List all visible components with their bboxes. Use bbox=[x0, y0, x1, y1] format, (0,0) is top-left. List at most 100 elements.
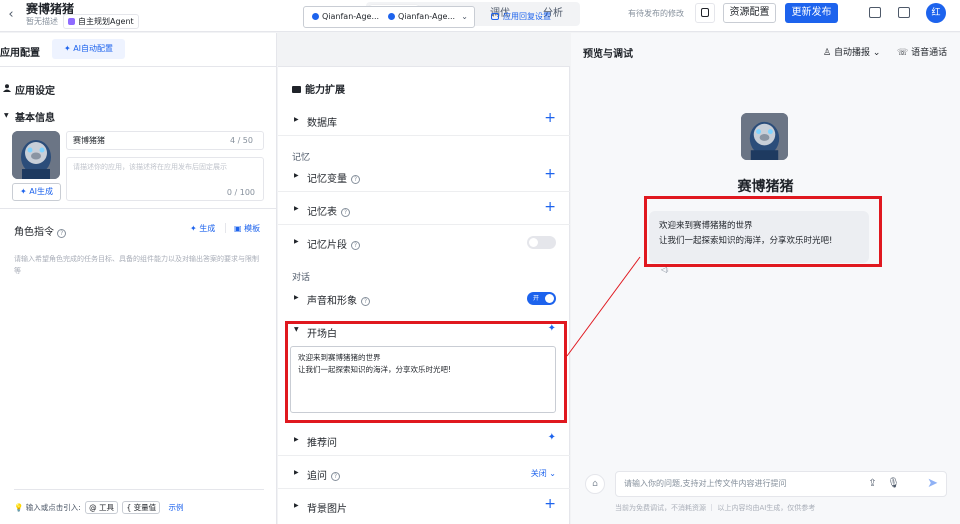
ai-auto-config-button[interactable]: ✦ AI自动配置 bbox=[52, 39, 125, 59]
microphone-icon[interactable]: 🎙 bbox=[887, 477, 900, 490]
desc-char-count: 0 / 100 bbox=[226, 188, 255, 197]
user-avatar[interactable]: 红 bbox=[926, 3, 946, 23]
role-instruction-label: 角色指令 ? bbox=[14, 223, 67, 238]
caret-right-icon: ▶ bbox=[294, 205, 299, 212]
followup-label-wrap: 追问? bbox=[307, 467, 340, 482]
model-icon bbox=[312, 13, 319, 20]
person-icon: ♙ bbox=[823, 48, 832, 58]
insert-tool-chip[interactable]: @ 工具 bbox=[85, 501, 119, 514]
ai-sparkle-icon[interactable]: ✦ bbox=[548, 432, 556, 443]
add-memory-variable-icon[interactable]: + bbox=[544, 166, 556, 182]
help-icon[interactable]: ? bbox=[341, 208, 350, 217]
agent-type-badge: 自主规划Agent bbox=[63, 14, 139, 29]
pending-changes-text: 有待发布的修改 bbox=[628, 9, 684, 18]
memory-fragment-row[interactable]: ▶ 记忆片段? bbox=[278, 226, 570, 258]
caret-right-icon: ▶ bbox=[294, 172, 299, 179]
divider bbox=[0, 208, 277, 209]
send-icon[interactable]: ➤ bbox=[927, 476, 938, 492]
capabilities-title: 能力扩展 bbox=[292, 81, 345, 96]
upload-file-icon[interactable]: ⇪ bbox=[866, 477, 879, 490]
role-template-label: 模板 bbox=[244, 224, 261, 233]
recommend-label: 推荐问 bbox=[307, 438, 337, 449]
followup-state-select[interactable]: 关闭 ⌄ bbox=[531, 468, 556, 479]
chevron-left-icon[interactable]: ‹ bbox=[4, 7, 18, 23]
ai-generate-avatar-button[interactable]: ✦ AI生成 bbox=[12, 183, 61, 201]
opener-highlight-box bbox=[285, 321, 567, 423]
app-settings-title: 应用设定 bbox=[15, 86, 55, 97]
chat-input[interactable]: 请输入你的问题,支持对上传文件内容进行提问 ⇪ 🎙 ➤ bbox=[615, 471, 947, 497]
model-1-label: Qianfan-Age... bbox=[322, 12, 380, 21]
agent-icon bbox=[68, 18, 75, 25]
insert-variable-chip[interactable]: { 变量值 bbox=[122, 501, 161, 514]
bot-avatar bbox=[741, 113, 788, 160]
voice-call-label: 语音通话 bbox=[911, 48, 948, 58]
help-icon[interactable]: ? bbox=[331, 472, 340, 481]
background-image-label: 背景图片 bbox=[307, 504, 347, 515]
followup-label: 追问 bbox=[307, 471, 327, 482]
caret-right-icon: ▶ bbox=[294, 294, 299, 301]
help-icon[interactable]: ? bbox=[351, 175, 360, 184]
person-icon bbox=[3, 84, 11, 92]
app-avatar[interactable] bbox=[12, 131, 60, 179]
voice-label: 声音和形象 bbox=[307, 296, 357, 307]
help-icon[interactable]: ? bbox=[361, 297, 370, 306]
memory-table-row[interactable]: ▶ 记忆表? + bbox=[278, 193, 570, 225]
message-icon[interactable] bbox=[898, 7, 910, 18]
desc-placeholder: 请描述你的应用，该描述将在应用发布后固定展示 bbox=[73, 163, 227, 171]
preview-title: 预览与调试 bbox=[583, 49, 633, 60]
add-memory-table-icon[interactable]: + bbox=[544, 199, 556, 215]
book-icon[interactable] bbox=[869, 7, 881, 18]
copy-icon bbox=[701, 8, 709, 17]
autoplay-dropdown[interactable]: ♙ 自动播报 ⌄ bbox=[823, 45, 880, 58]
database-row[interactable]: ▶ 数据库 + bbox=[278, 104, 570, 136]
autoplay-label: 自动播报 bbox=[833, 48, 870, 58]
memory-fragment-label-wrap: 记忆片段? bbox=[307, 236, 360, 251]
voice-toggle[interactable]: 开 bbox=[527, 292, 556, 305]
app-name-input[interactable]: 赛博猪猪 4 / 50 bbox=[66, 131, 264, 150]
app-description-input[interactable]: 请描述你的应用，该描述将在应用发布后固定展示 0 / 100 bbox=[66, 157, 264, 201]
name-char-count: 4 / 50 bbox=[229, 136, 253, 145]
divider bbox=[14, 489, 264, 490]
voice-label-wrap: 声音和形象? bbox=[307, 292, 370, 307]
insert-hint: 💡 输入或点击引入: @ 工具 { 变量值 示例 bbox=[14, 501, 183, 514]
memory-variable-row[interactable]: ▶ 记忆变量? + bbox=[278, 160, 570, 192]
role-generate-button[interactable]: ✦ 生成 bbox=[190, 223, 215, 234]
memory-variable-label-wrap: 记忆变量? bbox=[307, 170, 360, 185]
example-link[interactable]: 示例 bbox=[168, 503, 183, 512]
caret-down-icon[interactable]: ▼ bbox=[4, 112, 9, 119]
voice-call-button[interactable]: ☏ 语音通话 bbox=[897, 45, 947, 58]
role-label-text: 角色指令 bbox=[14, 227, 54, 238]
bot-name: 赛博猪猪 bbox=[737, 179, 794, 195]
add-database-icon[interactable]: + bbox=[544, 110, 556, 126]
reply-settings-icon bbox=[491, 13, 499, 20]
role-template-button[interactable]: ▣ 模板 bbox=[234, 223, 260, 234]
model-2: Qianfan-Age... bbox=[388, 7, 455, 27]
role-generate-label: 生成 bbox=[199, 224, 216, 233]
model-selector[interactable]: Qianfan-Age... Qianfan-Age... ⌄ bbox=[303, 6, 475, 28]
app-settings-panel: 应用配置 ✦ AI自动配置 应用设定 ▼ 基本信息 ✦ AI生成 赛博猪猪 4 … bbox=[0, 33, 277, 524]
memory-fragment-toggle[interactable] bbox=[527, 236, 556, 249]
reply-settings-button[interactable]: 应用回复设置 bbox=[491, 11, 551, 22]
robot-pig-image bbox=[741, 113, 788, 160]
voice-avatar-row[interactable]: ▶ 声音和形象? 开 bbox=[278, 282, 570, 314]
app-name-value: 赛博猪猪 bbox=[73, 136, 105, 145]
caret-right-icon: ▶ bbox=[294, 436, 299, 443]
clear-chat-icon[interactable]: ⌂ bbox=[585, 474, 605, 494]
followup-row[interactable]: ▶ 追问? 关闭 ⌄ bbox=[278, 457, 570, 489]
add-background-icon[interactable]: + bbox=[544, 496, 556, 512]
help-icon[interactable]: ? bbox=[351, 241, 360, 250]
capabilities-title-text: 能力扩展 bbox=[305, 85, 345, 96]
background-image-row[interactable]: ▶ 背景图片 + bbox=[278, 490, 570, 522]
caret-right-icon: ▶ bbox=[294, 502, 299, 509]
resource-config-button[interactable]: 资源配置 bbox=[723, 3, 776, 23]
recommend-row[interactable]: ▶ 推荐问 ✦ bbox=[278, 424, 570, 456]
help-icon[interactable]: ? bbox=[57, 229, 67, 238]
memory-table-label: 记忆表 bbox=[307, 207, 337, 218]
role-instruction-input[interactable]: 请输入希望角色完成的任务目标、具备的组件能力以及对输出答案的要求与限制等 bbox=[14, 253, 264, 277]
database-label: 数据库 bbox=[307, 118, 337, 129]
copy-button[interactable] bbox=[695, 3, 715, 23]
reply-settings-label: 应用回复设置 bbox=[503, 12, 551, 21]
model-1: Qianfan-Age... bbox=[312, 7, 379, 27]
publish-button[interactable]: 更新发布 bbox=[785, 3, 838, 23]
agent-type-label: 自主规划Agent bbox=[78, 17, 134, 26]
